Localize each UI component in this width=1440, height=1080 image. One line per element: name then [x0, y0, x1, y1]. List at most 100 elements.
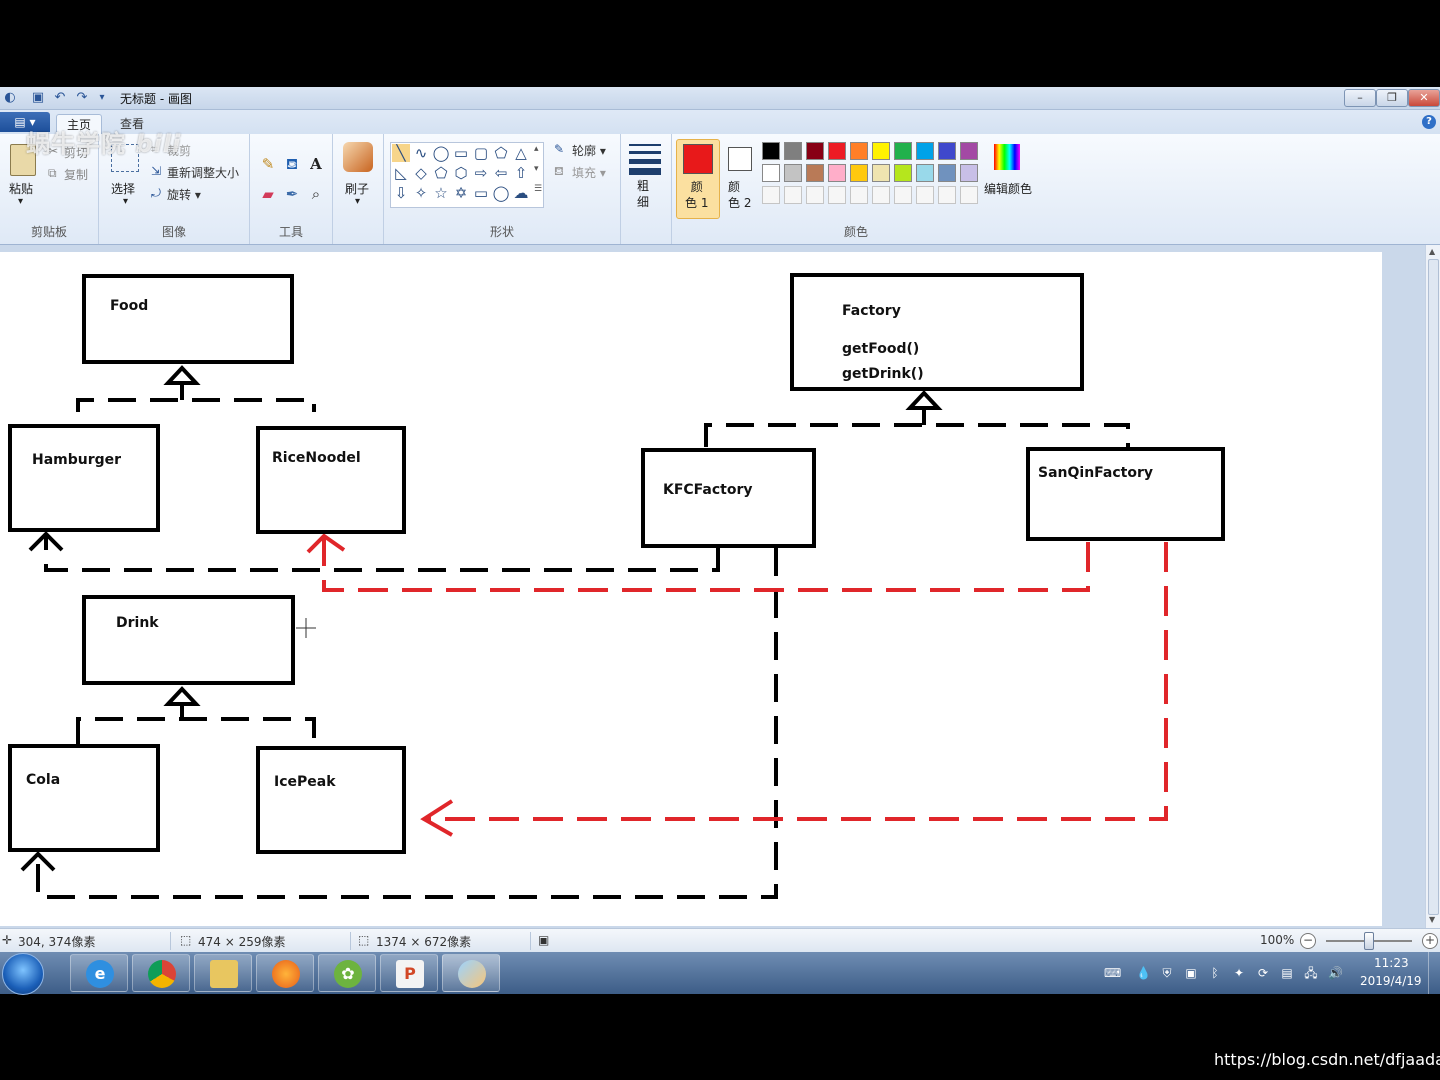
- palette-swatch[interactable]: [872, 142, 890, 160]
- outline-button[interactable]: 轮廓 ▾: [572, 142, 606, 159]
- resize-button[interactable]: 重新调整大小: [167, 164, 239, 181]
- palette-swatch[interactable]: [784, 142, 802, 160]
- bluetooth-icon[interactable]: ᛒ: [1208, 966, 1222, 980]
- five-point-star-shape-icon[interactable]: ☆: [432, 184, 450, 202]
- rotate-button[interactable]: 旋转 ▾: [167, 186, 201, 203]
- select-button[interactable]: 选择: [111, 180, 135, 197]
- redo-icon[interactable]: ↷: [74, 90, 90, 106]
- palette-swatch[interactable]: [850, 164, 868, 182]
- paste-button[interactable]: 粘贴: [9, 180, 33, 197]
- close-button[interactable]: ✕: [1408, 89, 1440, 107]
- zoom-out-button[interactable]: −: [1300, 933, 1316, 949]
- start-button[interactable]: [2, 953, 44, 995]
- palette-swatch[interactable]: [762, 164, 780, 182]
- cloud-callout-shape-icon[interactable]: ☁: [512, 184, 530, 202]
- color2-swatch[interactable]: [728, 147, 752, 171]
- oval-shape-icon[interactable]: ◯: [432, 144, 450, 162]
- magnifier-icon[interactable]: ⌕: [306, 184, 326, 204]
- palette-swatch[interactable]: [762, 142, 780, 160]
- tray-security-icon[interactable]: ✦: [1232, 966, 1246, 980]
- six-point-star-shape-icon[interactable]: ✡: [452, 184, 470, 202]
- fill-icon[interactable]: ⛾: [554, 164, 564, 180]
- shapes-scroll-up-icon[interactable]: ▴: [534, 144, 539, 154]
- fill-button[interactable]: 填充 ▾: [572, 164, 606, 181]
- restore-button[interactable]: ❐: [1376, 89, 1408, 107]
- pentagon-shape-icon[interactable]: ⬠: [432, 164, 450, 182]
- polygon-shape-icon[interactable]: ⬠: [492, 144, 510, 162]
- custom-color-slot[interactable]: [916, 186, 934, 204]
- triangle-shape-icon[interactable]: △: [512, 144, 530, 162]
- palette-swatch[interactable]: [806, 164, 824, 182]
- brushes-dropdown-icon[interactable]: ▾: [355, 196, 360, 207]
- palette-swatch[interactable]: [894, 142, 912, 160]
- custom-color-slot[interactable]: [960, 186, 978, 204]
- rectangle-shape-icon[interactable]: ▭: [452, 144, 470, 162]
- edit-colors-button[interactable]: 编辑颜色: [984, 180, 1032, 197]
- palette-swatch[interactable]: [828, 142, 846, 160]
- scroll-up-icon[interactable]: ▲: [1429, 247, 1435, 256]
- custom-color-slot[interactable]: [938, 186, 956, 204]
- palette-swatch[interactable]: [850, 142, 868, 160]
- diamond-shape-icon[interactable]: ◇: [412, 164, 430, 182]
- line-shape-icon[interactable]: ╲: [392, 144, 410, 162]
- palette-swatch[interactable]: [938, 164, 956, 182]
- color2-label[interactable]: 颜 色 2: [728, 179, 751, 211]
- color-picker-icon[interactable]: ✒: [282, 184, 302, 204]
- tray-shield-icon[interactable]: ⛨: [1160, 966, 1174, 980]
- taskbar-spring[interactable]: ✿: [318, 954, 376, 992]
- oval-callout-shape-icon[interactable]: ◯: [492, 184, 510, 202]
- right-arrow-shape-icon[interactable]: ⇨: [472, 164, 490, 182]
- network-icon[interactable]: 🖧: [1304, 966, 1318, 980]
- right-triangle-shape-icon[interactable]: ◺: [392, 164, 410, 182]
- tray-app-icon[interactable]: ▣: [1184, 966, 1198, 980]
- keyboard-icon[interactable]: ⌨: [1104, 966, 1121, 980]
- undo-icon[interactable]: ↶: [52, 90, 68, 106]
- taskbar-paint[interactable]: [442, 954, 500, 992]
- size-button[interactable]: 粗 细: [637, 178, 649, 210]
- pencil-icon[interactable]: ✎: [258, 154, 278, 174]
- palette-swatch[interactable]: [894, 164, 912, 182]
- palette-swatch[interactable]: [916, 164, 934, 182]
- tray-device-icon[interactable]: ▤: [1280, 966, 1294, 980]
- palette-swatch[interactable]: [960, 142, 978, 160]
- custom-color-slot[interactable]: [894, 186, 912, 204]
- customize-quick-access-icon[interactable]: ▾: [94, 90, 110, 106]
- scroll-down-icon[interactable]: ▼: [1429, 915, 1435, 924]
- taskbar-powerpoint[interactable]: P: [380, 954, 438, 992]
- eraser-icon[interactable]: ▰: [258, 184, 278, 204]
- resize-icon[interactable]: ⇲: [151, 164, 161, 178]
- clock-time[interactable]: 11:23: [1374, 956, 1409, 970]
- palette-swatch[interactable]: [828, 164, 846, 182]
- paint-app-icon[interactable]: ◐: [2, 90, 18, 106]
- tray-drop-icon[interactable]: 💧: [1136, 966, 1151, 980]
- palette-swatch[interactable]: [806, 142, 824, 160]
- taskbar-explorer[interactable]: [194, 954, 252, 992]
- vertical-scrollbar[interactable]: ▲ ▼: [1425, 245, 1440, 928]
- taskbar-chrome[interactable]: [132, 954, 190, 992]
- custom-color-slot[interactable]: [762, 186, 780, 204]
- four-point-star-shape-icon[interactable]: ✧: [412, 184, 430, 202]
- drawing-canvas[interactable]: Food Hamburger RiceNoodel Drink Cola Ice…: [0, 252, 1382, 926]
- rotate-icon[interactable]: ⤾: [151, 186, 161, 201]
- palette-swatch[interactable]: [960, 164, 978, 182]
- brush-icon[interactable]: [343, 142, 373, 172]
- volume-icon[interactable]: 🔊: [1328, 966, 1343, 980]
- curve-shape-icon[interactable]: ∿: [412, 144, 430, 162]
- custom-color-slot[interactable]: [828, 186, 846, 204]
- minimize-button[interactable]: –: [1344, 89, 1376, 107]
- fill-bucket-icon[interactable]: ⛾: [282, 154, 302, 174]
- zoom-in-button[interactable]: +: [1422, 933, 1438, 949]
- custom-color-slot[interactable]: [784, 186, 802, 204]
- rounded-rectangle-shape-icon[interactable]: ▢: [472, 144, 490, 162]
- copy-icon[interactable]: ⧉: [48, 166, 57, 181]
- palette-swatch[interactable]: [872, 164, 890, 182]
- up-arrow-shape-icon[interactable]: ⇧: [512, 164, 530, 182]
- select-dropdown-icon[interactable]: ▾: [123, 196, 128, 207]
- shapes-scroll-down-icon[interactable]: ▾: [534, 164, 539, 174]
- zoom-slider-thumb[interactable]: [1364, 932, 1374, 950]
- down-arrow-shape-icon[interactable]: ⇩: [392, 184, 410, 202]
- text-tool-icon[interactable]: A: [306, 154, 326, 174]
- left-arrow-shape-icon[interactable]: ⇦: [492, 164, 510, 182]
- custom-color-slot[interactable]: [850, 186, 868, 204]
- brushes-button[interactable]: 刷子: [345, 180, 369, 197]
